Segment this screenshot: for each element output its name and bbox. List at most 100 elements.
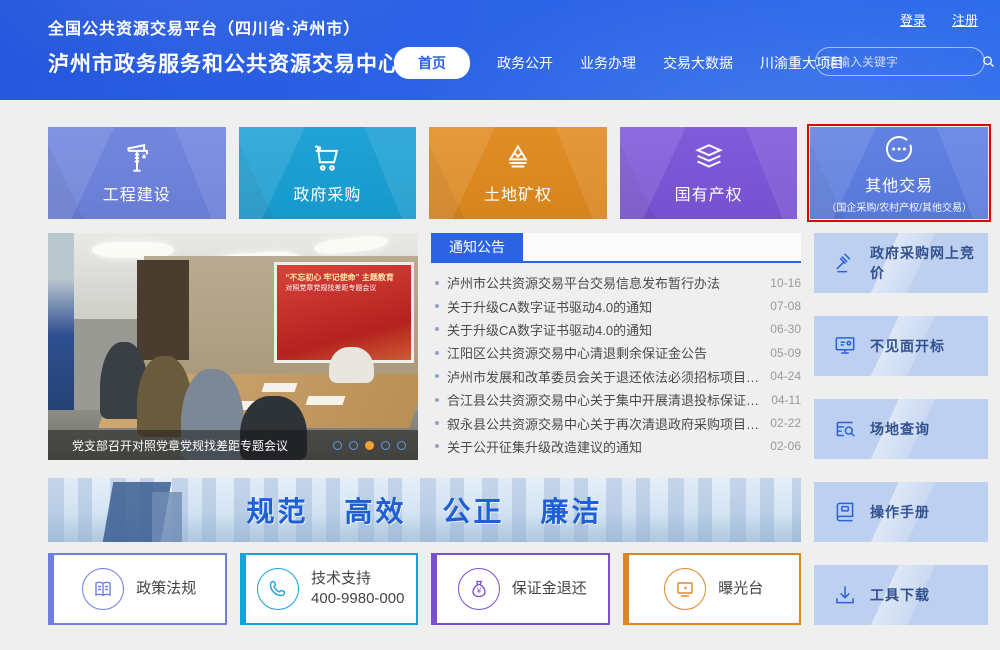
card-label: 政府采购 [293, 181, 361, 205]
nav-home[interactable]: 首页 [394, 47, 470, 79]
manual-book-icon [832, 499, 858, 525]
notice-date: 02-22 [770, 416, 801, 430]
slogan-word: 廉洁 [541, 490, 603, 530]
account-links: 登录 注册 [900, 10, 978, 29]
bullet-icon [435, 444, 439, 448]
nav-business[interactable]: 业务办理 [580, 47, 636, 79]
slide-subtitle: 对照党章党规找差距专题会议 [285, 284, 405, 295]
online-bidding-label: 政府采购网上竞价 [870, 243, 988, 283]
card-state-assets[interactable]: 国有产权 [620, 127, 798, 219]
bullet-icon [435, 398, 439, 402]
notice-item[interactable]: 泸州市发展和改革委员会关于退还依法必须招标项目历... 04-24 [431, 365, 801, 388]
notice-date: 04-24 [770, 369, 801, 383]
nav-gov-info[interactable]: 政务公开 [497, 47, 553, 79]
open-book-icon [82, 568, 124, 610]
carousel-dot-4[interactable] [381, 441, 390, 450]
card-label: 其他交易 [865, 172, 933, 196]
notice-date: 02-06 [770, 439, 801, 453]
support-phone: 400-9980-000 [311, 589, 404, 609]
slogan-word: 规范 [246, 490, 308, 530]
notice-title: 关于升级CA数字证书驱动4.0的通知 [447, 320, 760, 339]
slogan-banner: 规范 高效 公正 廉洁 [48, 478, 801, 542]
card-engineering[interactable]: 工程建设 [48, 127, 226, 219]
card-label: 土地矿权 [484, 181, 552, 205]
nav-big-data[interactable]: 交易大数据 [663, 47, 733, 79]
download-icon [832, 582, 858, 608]
main-nav: 首页 政务公开 业务办理 交易大数据 川渝重大项目 [394, 47, 844, 79]
notice-date: 05-09 [770, 346, 801, 360]
remote-bid-opening-label: 不见面开标 [870, 336, 945, 356]
venue-search-icon [832, 416, 858, 442]
gavel-icon [832, 250, 858, 276]
card-other-trades[interactable]: 其他交易 （国企采购/农村产权/其他交易） [810, 127, 988, 219]
remote-bid-opening-button[interactable]: 不见面开标 [814, 316, 988, 376]
slogan-words: 规范 高效 公正 廉洁 [48, 478, 801, 542]
site-titles: 全国公共资源交易平台（四川省·泸州市） 泸州市政务服务和公共资源交易中心 [48, 15, 400, 78]
slogan-word: 公正 [443, 490, 505, 530]
site-title: 泸州市政务服务和公共资源交易中心 [48, 48, 400, 78]
login-link[interactable]: 登录 [900, 10, 926, 29]
site-header: 登录 注册 全国公共资源交易平台（四川省·泸州市） 泸州市政务服务和公共资源交易… [0, 0, 1000, 100]
slide-title: “不忘初心 牢记使命” 主题教育 [285, 272, 405, 284]
register-link[interactable]: 注册 [952, 10, 978, 29]
card-land-mining[interactable]: 土地矿权 [429, 127, 607, 219]
news-carousel[interactable]: “不忘初心 牢记使命” 主题教育 对照党章党规找差距专题会议 党支 [48, 233, 418, 460]
exposure-label: 曝光台 [718, 579, 763, 599]
carousel-dot-2[interactable] [349, 441, 358, 450]
photo-paper [306, 396, 346, 405]
phone-icon [257, 568, 299, 610]
tools-download-label: 工具下载 [870, 585, 930, 605]
notice-title: 合江县公共资源交易中心关于集中开展清退投标保证金... [447, 390, 761, 409]
carousel-caption-bar: 党支部召开对照党章党规找差距专题会议 [48, 430, 418, 460]
carousel-dots [333, 441, 406, 450]
deposit-refund-box[interactable]: ¥ 保证金退还 [431, 553, 610, 625]
tab-notices[interactable]: 通知公告 [431, 233, 523, 261]
deposit-refund-label: 保证金退还 [512, 579, 587, 599]
search-icon[interactable] [981, 54, 996, 69]
platform-title: 全国公共资源交易平台（四川省·泸州市） [48, 15, 400, 39]
tools-download-button[interactable]: 工具下载 [814, 565, 988, 625]
layers-icon [692, 141, 726, 175]
search-input[interactable] [826, 55, 981, 69]
bullet-icon [435, 281, 439, 285]
bullet-icon [435, 351, 439, 355]
support-text: 技术支持 400-9980-000 [311, 569, 404, 610]
support-label: 技术支持 [311, 569, 404, 589]
mountain-icon [501, 141, 535, 175]
crane-icon [120, 141, 154, 175]
bullet-icon [435, 421, 439, 425]
policy-label: 政策法规 [136, 579, 196, 599]
bullet-icon [435, 374, 439, 378]
notice-item[interactable]: 关于升级CA数字证书驱动4.0的通知 07-08 [431, 294, 801, 317]
notice-item[interactable]: 泸州市公共资源交易平台交易信息发布暂行办法10-16 [431, 271, 801, 294]
exposure-box[interactable]: 曝光台 [623, 553, 802, 625]
venue-inquiry-button[interactable]: 场地查询 [814, 399, 988, 459]
notice-item[interactable]: 合江县公共资源交易中心关于集中开展清退投标保证金...04-11 [431, 388, 801, 411]
category-cards: 工程建设 政府采购 土地矿权 国有产权 其他交易 （国企采购/农村产权/其他交易… [48, 127, 988, 219]
notice-title: 泸州市发展和改革委员会关于退还依法必须招标项目历... [447, 367, 760, 386]
carousel-dot-3[interactable] [365, 441, 374, 450]
carousel-caption[interactable]: 党支部召开对照党章党规找差距专题会议 [72, 437, 333, 454]
carousel-dot-5[interactable] [397, 441, 406, 450]
notice-item[interactable]: 江阳区公共资源交易中心清退剩余保证金公告 05-09 [431, 341, 801, 364]
tool-sidebar: 政府采购网上竞价 不见面开标 场地查询 操作手册 工具下载 [814, 233, 988, 625]
notice-item[interactable]: 叙永县公共资源交易中心关于再次清退政府采购项目遗...02-22 [431, 411, 801, 434]
card-gov-procurement[interactable]: 政府采购 [239, 127, 417, 219]
photo-projector-screen: “不忘初心 牢记使命” 主题教育 对照党章党规找差距专题会议 [277, 265, 410, 360]
notice-date: 07-08 [770, 299, 801, 313]
notice-list: 泸州市公共资源交易平台交易信息发布暂行办法10-16 关于升级CA数字证书驱动4… [431, 263, 801, 458]
carousel-dot-1[interactable] [333, 441, 342, 450]
card-sublabel: （国企采购/农村产权/其他交易） [826, 199, 972, 214]
notice-title: 江阳区公共资源交易中心清退剩余保证金公告 [447, 343, 760, 362]
notice-item[interactable]: 关于公开征集升级改造建议的通知02-06 [431, 435, 801, 458]
notice-item[interactable]: 关于升级CA数字证书驱动4.0的通知 06-30 [431, 318, 801, 341]
support-box[interactable]: 技术支持 400-9980-000 [240, 553, 419, 625]
online-bidding-button[interactable]: 政府采购网上竞价 [814, 233, 988, 293]
notice-date: 06-30 [770, 322, 801, 336]
photo-speaker [329, 347, 373, 383]
notice-title: 泸州市公共资源交易平台交易信息发布暂行办法 [447, 273, 760, 292]
manual-button[interactable]: 操作手册 [814, 482, 988, 542]
photo-wall-panel [137, 260, 189, 360]
policy-box[interactable]: 政策法规 [48, 553, 227, 625]
notice-title: 关于升级CA数字证书驱动4.0的通知 [447, 297, 760, 316]
